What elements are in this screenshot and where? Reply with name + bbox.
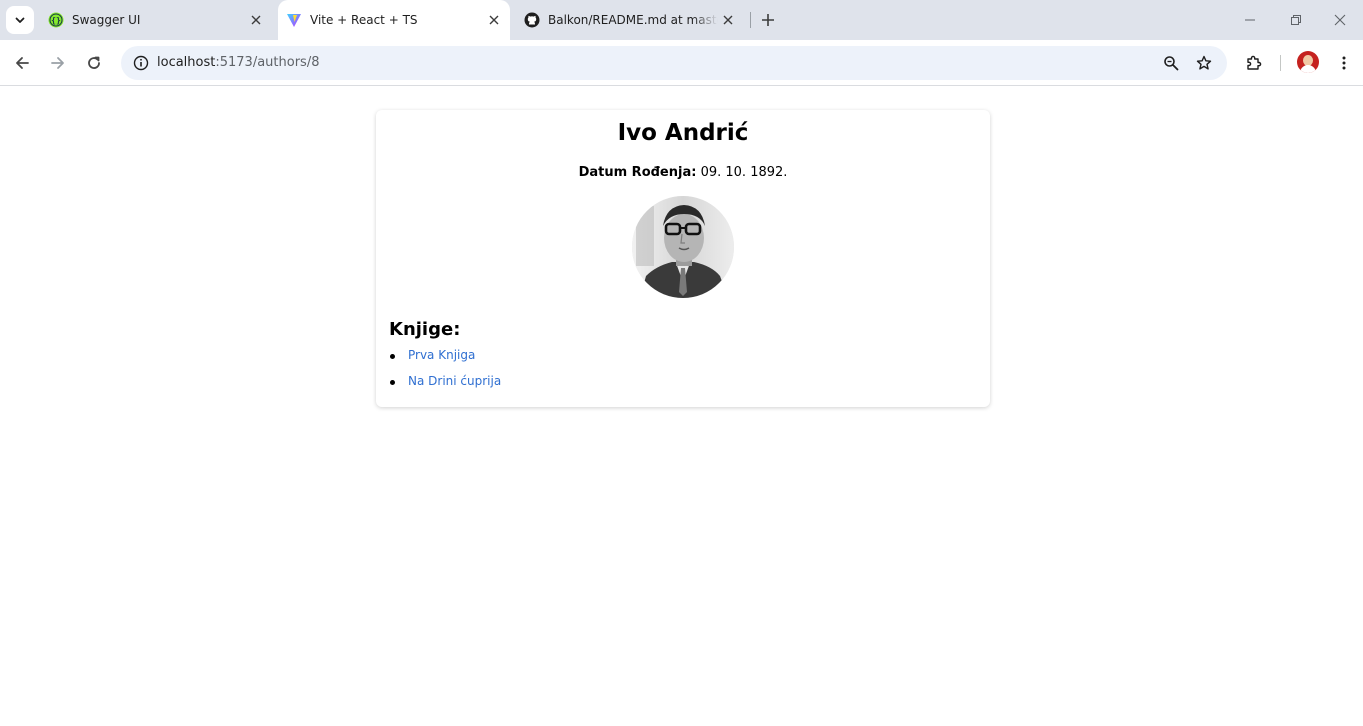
url-path: :5173/authors/8 [215,55,320,70]
puzzle-icon [1247,55,1262,70]
chevron-down-icon [15,17,25,23]
extensions-button[interactable] [1240,49,1268,77]
url-host: localhost [157,55,216,70]
restore-button[interactable] [1273,0,1319,40]
tab-vite[interactable]: Vite + React + TS [278,0,510,40]
birth-date-label: Datum Rođenja: [578,165,697,180]
close-icon[interactable] [718,10,738,30]
book-list: Prva Knjiga Na Drini ćuprija [389,348,501,400]
minimize-icon [1245,19,1255,21]
zoom-icon[interactable] [1159,51,1183,75]
restore-icon [1291,15,1301,25]
address-bar[interactable]: localhost:5173/authors/8 [121,46,1227,80]
book-link[interactable]: Prva Knjiga [408,348,475,362]
birth-date: Datum Rođenja: 09. 10. 1892. [376,165,990,180]
author-name: Ivo Andrić [617,120,749,146]
close-icon[interactable] [484,10,504,30]
bookmark-star-icon[interactable] [1192,51,1216,75]
new-tab-button[interactable] [756,8,780,32]
browser-menu-button[interactable] [1330,49,1358,77]
tab-title: Swagger UI [72,13,141,27]
tab-title: Balkon/README.md at master · [548,13,718,27]
toolbar-divider [1280,55,1281,71]
arrow-right-icon [51,57,64,69]
list-item: Prva Knjiga [389,348,501,374]
author-card: Ivo Andrić Datum Rođenja: 09. 10. 1892. … [376,110,990,407]
back-button[interactable] [8,49,36,77]
tab-title: Vite + React + TS [310,13,418,27]
list-item: Na Drini ćuprija [389,374,501,400]
plus-icon [762,14,774,26]
avatar-body [1300,65,1316,73]
tab-github[interactable]: Balkon/README.md at master · [516,0,742,40]
bullet [390,354,395,359]
close-icon [1334,14,1346,26]
portrait-image [632,196,734,298]
author-portrait [632,196,734,298]
forward-button[interactable] [44,49,72,77]
tab-search-button[interactable] [6,6,34,34]
tab-divider [750,12,751,28]
books-heading: Knjige: [389,319,461,340]
vite-icon [286,12,302,28]
tab-swagger[interactable]: {} Swagger UI [40,0,270,40]
site-info-icon[interactable] [129,51,153,75]
bullet [390,380,395,385]
minimize-button[interactable] [1227,0,1273,40]
book-link[interactable]: Na Drini ćuprija [408,374,501,388]
url-text[interactable]: localhost:5173/authors/8 [157,55,319,70]
more-vertical-icon [1342,56,1346,70]
tab-strip: {} Swagger UI Vite + React + TS Balkon/R… [0,0,1363,40]
arrow-left-icon [16,57,29,69]
github-icon [524,12,540,28]
reload-button[interactable] [80,49,108,77]
swagger-icon: {} [48,12,64,28]
close-icon[interactable] [246,10,266,30]
svg-text:{}: {} [51,16,61,25]
close-window-button[interactable] [1317,0,1363,40]
browser-toolbar: localhost:5173/authors/8 [0,40,1363,86]
profile-avatar[interactable] [1297,51,1319,73]
reload-icon [88,56,100,69]
birth-date-value: 09. 10. 1892. [700,165,788,180]
